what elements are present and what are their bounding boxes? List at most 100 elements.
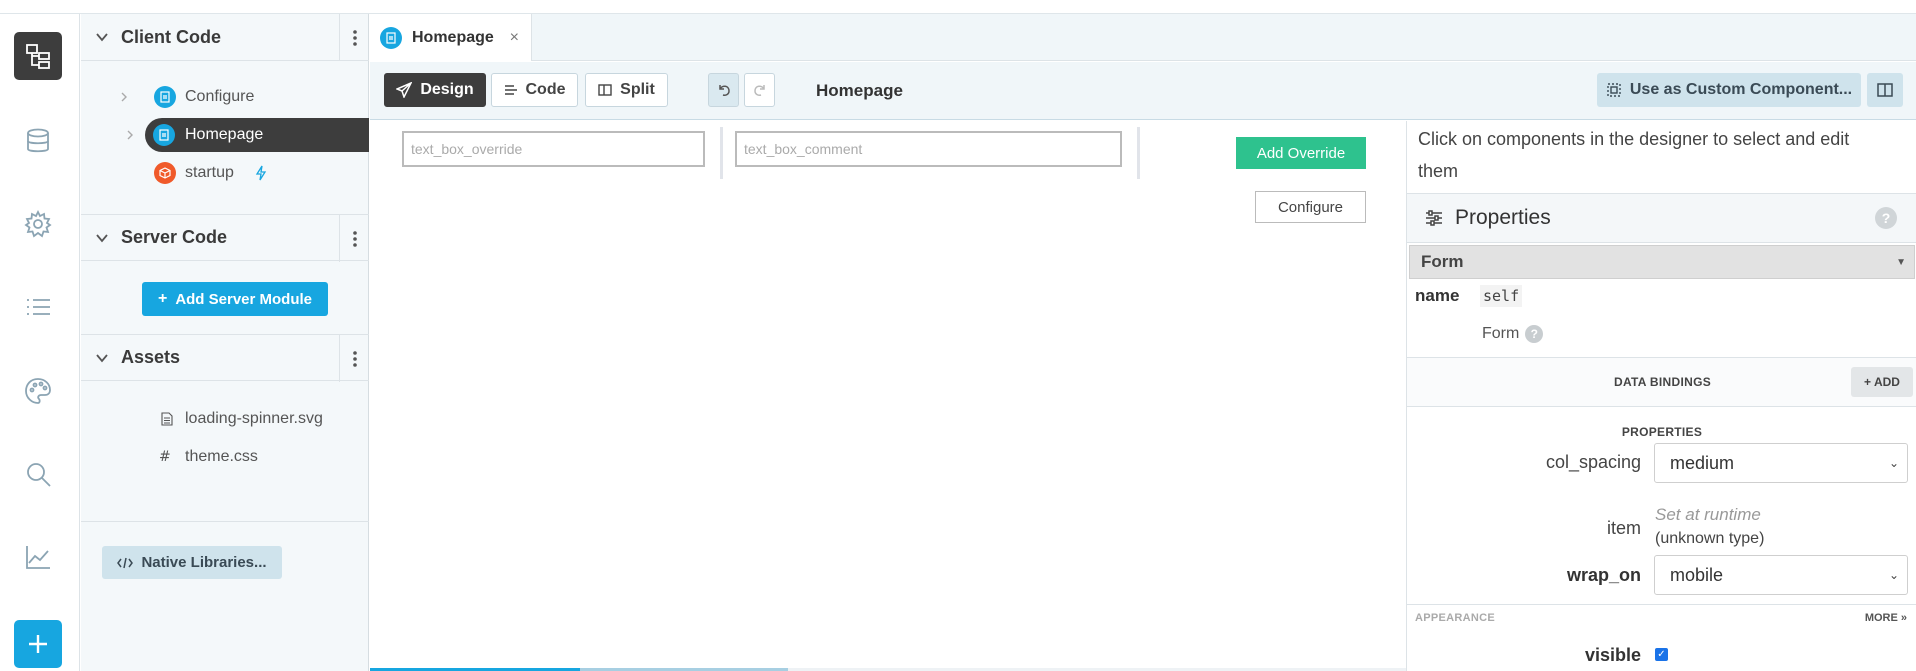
properties-header: Properties ?: [1407, 193, 1916, 243]
item-type-note: (unknown type): [1655, 530, 1765, 547]
col-spacing-select[interactable]: medium ⌄: [1654, 443, 1908, 483]
chevron-down-icon: [96, 233, 108, 242]
tree-item-startup[interactable]: startup: [81, 156, 369, 190]
asset-item-theme-css[interactable]: # theme.css: [81, 440, 369, 474]
wrap-on-select[interactable]: mobile ⌄: [1654, 555, 1908, 595]
sliders-icon: [1426, 210, 1442, 226]
asset-item-loading-spinner[interactable]: loading-spinner.svg: [81, 402, 369, 436]
lines-icon: [504, 85, 517, 95]
chevron-down-icon: [96, 33, 108, 42]
component-icon: [1607, 83, 1621, 97]
paper-plane-icon: [396, 82, 413, 98]
visible-checkbox[interactable]: ✓: [1655, 648, 1668, 661]
code-button[interactable]: Code: [491, 73, 578, 107]
assets-title: Assets: [121, 347, 181, 367]
item-runtime-note: Set at runtime: [1655, 505, 1761, 524]
chevron-right-icon[interactable]: [119, 92, 129, 102]
undo-button[interactable]: [708, 73, 739, 107]
database-button[interactable]: [14, 117, 62, 165]
visible-label: visible: [1584, 645, 1641, 665]
code-label: Code: [525, 81, 566, 98]
name-input[interactable]: self: [1480, 285, 1523, 307]
chevron-down-icon: [96, 353, 108, 362]
server-code-title: Server Code: [121, 227, 228, 247]
add-server-module-button[interactable]: + Add Server Module: [142, 282, 328, 316]
native-libraries-label: Native Libraries...: [141, 554, 267, 571]
column-divider: [720, 127, 723, 179]
list-button[interactable]: [14, 283, 62, 331]
text-box-override[interactable]: text_box_override: [402, 131, 705, 167]
native-libraries-button[interactable]: Native Libraries...: [102, 546, 282, 579]
wrap-on-value: mobile: [1670, 564, 1724, 585]
asset-label: theme.css: [185, 448, 258, 465]
properties-title: Properties: [1455, 206, 1551, 229]
placeholder-text: text_box_override: [411, 141, 523, 157]
tab-label: Homepage: [412, 28, 494, 46]
add-button[interactable]: [14, 620, 62, 668]
toggle-panel-button[interactable]: [1867, 73, 1903, 107]
text-box-comment[interactable]: text_box_comment: [735, 131, 1122, 167]
appearance-label: APPEARANCE: [1415, 612, 1496, 624]
design-button[interactable]: Design: [384, 73, 486, 107]
module-icon: [154, 162, 176, 184]
redo-icon: [753, 85, 765, 96]
redo-button[interactable]: [744, 73, 775, 107]
server-code-menu-icon[interactable]: [339, 215, 369, 262]
lightning-icon: [255, 165, 267, 181]
tab-homepage[interactable]: Homepage ×: [370, 14, 532, 61]
item-label: item: [1606, 518, 1641, 538]
settings-button[interactable]: [14, 200, 62, 248]
close-icon[interactable]: ×: [510, 29, 519, 47]
client-code-menu-icon[interactable]: [339, 14, 369, 61]
properties-panel: Click on components in the designer to s…: [1406, 121, 1916, 671]
component-type-label: Form: [1482, 325, 1520, 342]
asset-label: loading-spinner.svg: [185, 410, 323, 427]
appearance-section: APPEARANCE MORE »: [1407, 604, 1916, 630]
assets-header[interactable]: Assets: [81, 334, 369, 382]
configure-button[interactable]: Configure: [1255, 191, 1366, 223]
theme-button[interactable]: [14, 367, 62, 415]
data-bindings-label: DATA BINDINGS: [1614, 375, 1712, 389]
chevron-right-icon[interactable]: [125, 130, 135, 140]
use-as-custom-component-button[interactable]: Use as Custom Component...: [1597, 73, 1861, 107]
tab-bar: Homepage ×: [370, 14, 1916, 61]
more-toggle[interactable]: MORE »: [1865, 612, 1907, 624]
file-icon: [161, 412, 173, 426]
form-icon: [154, 86, 176, 108]
component-selector[interactable]: Form ▼: [1409, 245, 1915, 279]
chevron-double-down-icon: »: [1900, 612, 1907, 624]
help-icon[interactable]: ?: [1525, 325, 1544, 343]
wrap-on-label: wrap_on: [1566, 565, 1641, 585]
client-code-title: Client Code: [121, 26, 222, 47]
client-code-header[interactable]: Client Code: [81, 14, 369, 61]
app-tree-panel: Client Code Configure Homepage startup S…: [81, 14, 369, 671]
add-server-module-label: Add Server Module: [175, 290, 313, 308]
form-title: Homepage: [816, 81, 903, 100]
server-code-header[interactable]: Server Code: [81, 214, 369, 262]
sidebar-toggle-icon: [1877, 83, 1893, 97]
add-binding-button[interactable]: + ADD: [1851, 367, 1913, 397]
tree-item-homepage[interactable]: Homepage: [127, 118, 369, 152]
split-label: Split: [620, 81, 655, 98]
search-button[interactable]: [14, 450, 62, 498]
divider: [81, 521, 369, 522]
help-icon[interactable]: ?: [1875, 207, 1897, 229]
app-browser-icon: [26, 44, 50, 69]
icon-rail: [0, 14, 80, 671]
assets-menu-icon[interactable]: [339, 335, 369, 382]
split-view-button[interactable]: Split: [585, 73, 668, 107]
tree-item-label: startup: [185, 164, 234, 181]
designer-canvas[interactable]: text_box_override text_box_comment Add O…: [370, 121, 1406, 671]
add-override-button[interactable]: Add Override: [1236, 137, 1366, 169]
code-icon: [117, 557, 134, 568]
plus-icon: +: [157, 290, 168, 307]
design-label: Design: [420, 81, 474, 98]
analytics-button[interactable]: [14, 533, 62, 581]
form-icon: [380, 26, 402, 49]
name-label: name: [1415, 286, 1460, 305]
app-browser-button[interactable]: [14, 32, 62, 80]
column-divider: [1137, 127, 1140, 179]
palette-icon: [25, 378, 51, 404]
placeholder-text: text_box_comment: [744, 141, 863, 157]
tree-item-configure[interactable]: Configure: [81, 80, 369, 114]
